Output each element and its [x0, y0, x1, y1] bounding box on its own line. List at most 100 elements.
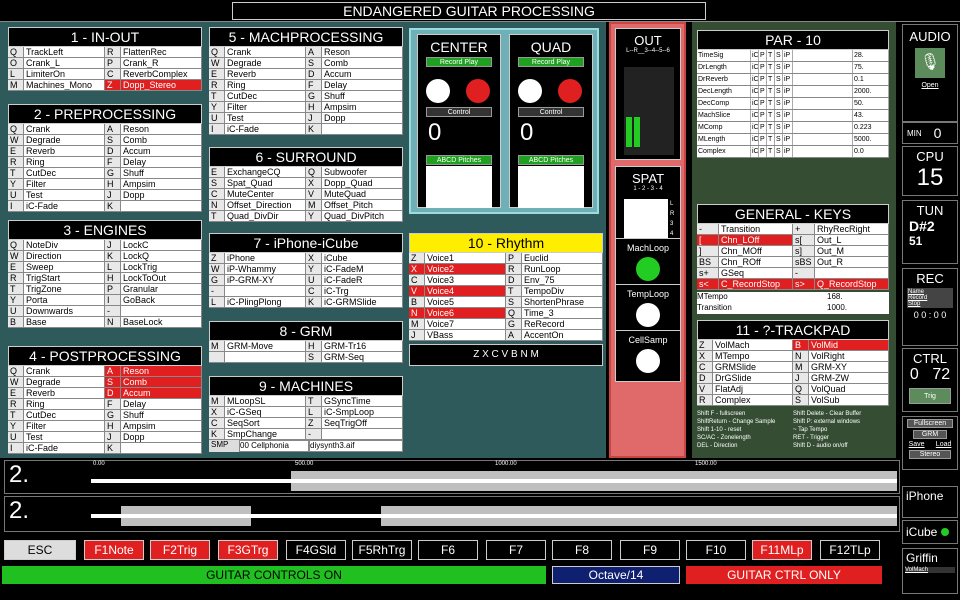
shortcut-label[interactable]: Ampsim: [121, 421, 202, 432]
par-row[interactable]: DrLength iC P T SiP 75.: [697, 62, 889, 74]
par-slider[interactable]: [793, 86, 853, 97]
shortcut-label[interactable]: Accum: [322, 69, 403, 80]
par-slider[interactable]: [793, 74, 853, 85]
shortcut-label[interactable]: Filter: [24, 421, 105, 432]
waveform-2[interactable]: 2.: [4, 496, 900, 532]
shortcut-label[interactable]: [121, 443, 202, 454]
shortcut-label[interactable]: GRM-Seq: [322, 352, 403, 363]
guitar-ctrl-only-button[interactable]: GUITAR CTRL ONLY: [686, 566, 882, 584]
shortcut-label[interactable]: NoteDiv: [24, 240, 105, 251]
par-toggle[interactable]: P: [759, 146, 767, 157]
par-slider[interactable]: [793, 146, 853, 157]
shortcut-label[interactable]: Delay: [121, 399, 202, 410]
fkey-f3gtrg[interactable]: F3GTrg: [218, 540, 278, 560]
par-toggle[interactable]: iP: [783, 50, 793, 61]
shortcut-label[interactable]: Offset_Pitch: [322, 200, 403, 211]
mtempo-row[interactable]: MTempo 168.: [697, 292, 889, 303]
par-toggle[interactable]: P: [759, 62, 767, 73]
par-toggle[interactable]: P: [759, 122, 767, 133]
guitar-controls-status[interactable]: GUITAR CONTROLS ON: [2, 566, 546, 584]
shortcut-label[interactable]: VolMid: [809, 340, 889, 351]
save-button[interactable]: Save: [909, 441, 925, 448]
par-row[interactable]: TimeSig iC P T SiP 28.: [697, 50, 889, 62]
par-toggle[interactable]: P: [759, 98, 767, 109]
shortcut-label[interactable]: Transition: [719, 224, 793, 235]
shortcut-label[interactable]: RunLoop: [522, 264, 603, 275]
par-toggle[interactable]: iP: [783, 74, 793, 85]
rec-stop-button[interactable]: Stop: [908, 301, 952, 307]
par-value[interactable]: 2000.: [853, 86, 889, 97]
par-toggle[interactable]: iC: [751, 98, 759, 109]
shortcut-label[interactable]: Reverb: [24, 388, 105, 399]
par-value[interactable]: 75.: [853, 62, 889, 73]
shortcut-label[interactable]: GSeq: [719, 268, 793, 279]
cellsamp-knob[interactable]: [636, 349, 660, 373]
shortcut-label[interactable]: [225, 286, 306, 297]
shortcut-label[interactable]: iC-GRMSlide: [322, 297, 403, 308]
par-toggle[interactable]: P: [759, 74, 767, 85]
shortcut-label[interactable]: TrigZone: [24, 284, 105, 295]
par-toggle[interactable]: P: [759, 134, 767, 145]
shortcut-label[interactable]: Delay: [322, 80, 403, 91]
shortcut-label[interactable]: Chn_ROff: [719, 257, 793, 268]
fkey-f8[interactable]: F8: [552, 540, 612, 560]
shortcut-label[interactable]: [815, 268, 889, 279]
shortcut-label[interactable]: iP-GRM-XY: [225, 275, 306, 286]
shortcut-label[interactable]: Out_L: [815, 235, 889, 246]
par-row[interactable]: MLength iC P T SiP 5000.: [697, 134, 889, 146]
par-toggle[interactable]: iC: [751, 50, 759, 61]
shortcut-label[interactable]: Ring: [225, 80, 306, 91]
shortcut-label[interactable]: Euclid: [522, 253, 603, 264]
shortcut-label[interactable]: iC-Fade: [24, 443, 105, 454]
shortcut-label[interactable]: Crank: [225, 47, 306, 58]
par-slider[interactable]: [793, 122, 853, 133]
shortcut-label[interactable]: [121, 306, 202, 317]
shortcut-label[interactable]: Porta: [24, 295, 105, 306]
par-toggle[interactable]: iP: [783, 86, 793, 97]
shortcut-label[interactable]: Test: [24, 432, 105, 443]
quad-record-play-button[interactable]: Record Play: [518, 57, 584, 67]
shortcut-label[interactable]: LockC: [121, 240, 202, 251]
shortcut-label[interactable]: Shuff: [322, 91, 403, 102]
shortcut-label[interactable]: LimiterOn: [24, 69, 105, 80]
shortcut-label[interactable]: GoBack: [121, 295, 202, 306]
par-toggle[interactable]: T: [767, 74, 775, 85]
shortcut-label[interactable]: TrigStart: [24, 273, 105, 284]
par-value[interactable]: 0.0: [853, 146, 889, 157]
spat-grid[interactable]: [624, 199, 668, 243]
par-row[interactable]: DecLength iC P T SiP 2000.: [697, 86, 889, 98]
shortcut-label[interactable]: Accum: [121, 146, 202, 157]
shortcut-label[interactable]: Voice2: [425, 264, 506, 275]
shortcut-label[interactable]: Reson: [121, 366, 202, 377]
par-slider[interactable]: [793, 62, 853, 73]
shortcut-label[interactable]: LockTrig: [121, 262, 202, 273]
shortcut-label[interactable]: Comb: [121, 377, 202, 388]
shortcut-label[interactable]: Ampsim: [121, 179, 202, 190]
shortcut-label[interactable]: MuteQuad: [322, 189, 403, 200]
shortcut-label[interactable]: TrackLeft: [24, 47, 105, 58]
shortcut-label[interactable]: Dopp: [121, 432, 202, 443]
shortcut-label[interactable]: Chn_LOff: [719, 235, 793, 246]
shortcut-label[interactable]: CutDec: [24, 168, 105, 179]
shortcut-label[interactable]: Quad_DivDir: [225, 211, 306, 222]
shortcut-label[interactable]: Dopp_Stereo: [121, 80, 202, 91]
par-toggle[interactable]: S: [775, 146, 783, 157]
shortcut-label[interactable]: VolQuad: [809, 384, 889, 395]
par-toggle[interactable]: iC: [751, 146, 759, 157]
shortcut-label[interactable]: Filter: [225, 102, 306, 113]
shortcut-label[interactable]: Subwoofer: [322, 167, 403, 178]
machloop-knob[interactable]: [636, 257, 660, 281]
load-button[interactable]: Load: [936, 441, 952, 448]
shortcut-label[interactable]: Spat_Quad: [225, 178, 306, 189]
fkey-f7[interactable]: F7: [486, 540, 546, 560]
par-toggle[interactable]: iP: [783, 98, 793, 109]
fkey-f1note[interactable]: F1Note: [84, 540, 144, 560]
shortcut-label[interactable]: VBass: [425, 330, 506, 341]
par-toggle[interactable]: P: [759, 50, 767, 61]
par-row[interactable]: MachSlice iC P T SiP 43.: [697, 110, 889, 122]
shortcut-label[interactable]: iC-Fade: [24, 201, 105, 212]
par-slider[interactable]: [793, 134, 853, 145]
center-knob-1[interactable]: [426, 79, 450, 103]
par-toggle[interactable]: S: [775, 62, 783, 73]
volmach-indicator[interactable]: VolMach: [905, 567, 955, 573]
